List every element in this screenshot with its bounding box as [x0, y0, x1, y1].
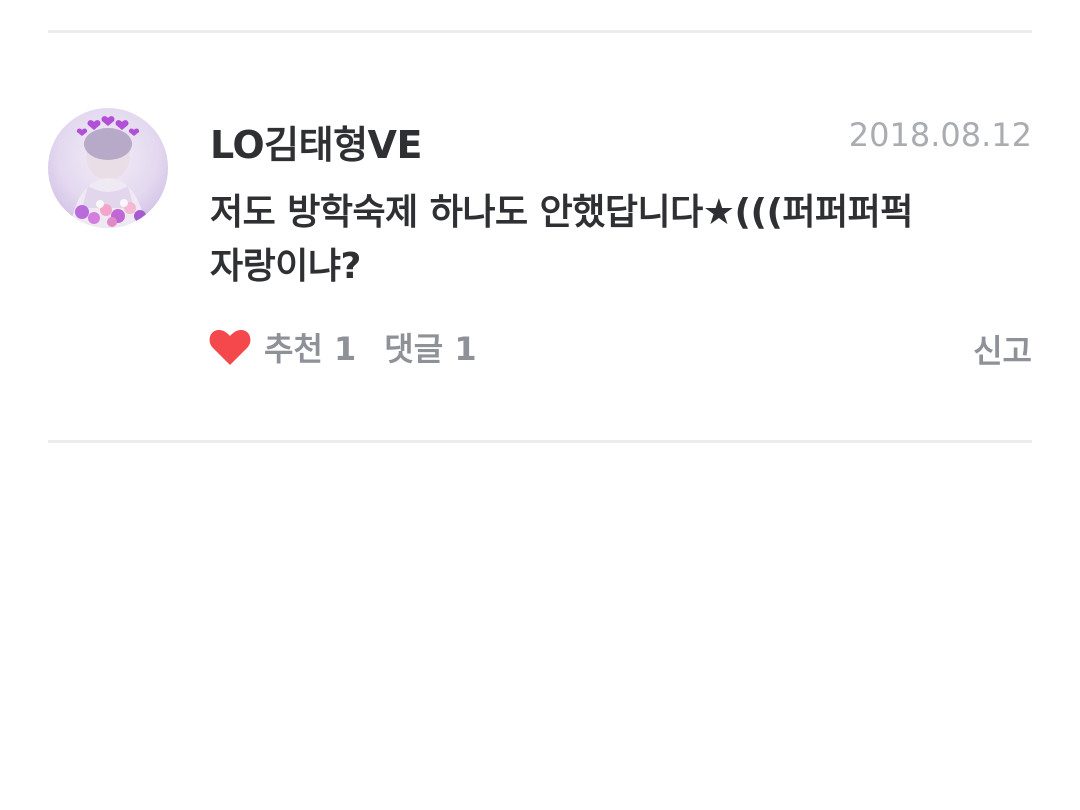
top-divider	[48, 30, 1032, 33]
heart-icon[interactable]	[208, 327, 252, 367]
comment-body: 저도 방학숙제 하나도 안했답니다★(((퍼퍼퍼퍽 자랑이냐?	[210, 186, 1030, 294]
report-button[interactable]: 신고	[973, 326, 1032, 372]
recommend-button[interactable]: 추천 1	[264, 324, 356, 370]
comment-date: 2018.08.12	[848, 116, 1032, 154]
user-avatar[interactable]	[48, 108, 168, 228]
comment-body-line: 저도 방학숙제 하나도 안했답니다★(((퍼퍼퍼퍽	[210, 192, 913, 233]
avatar-image	[48, 108, 168, 228]
comment-body-line: 자랑이냐?	[210, 246, 361, 287]
bottom-divider	[48, 440, 1032, 443]
comment-page: LO김태형VE 2018.08.12 저도 방학숙제 하나도 안했답니다★(((…	[0, 0, 1080, 810]
comment-actions: 추천 1 댓글 1	[208, 322, 477, 372]
comment-author[interactable]: LO김태형VE	[210, 114, 422, 169]
comment-item: LO김태형VE 2018.08.12 저도 방학숙제 하나도 안했답니다★(((…	[48, 100, 1032, 400]
reply-button[interactable]: 댓글 1	[384, 324, 476, 370]
